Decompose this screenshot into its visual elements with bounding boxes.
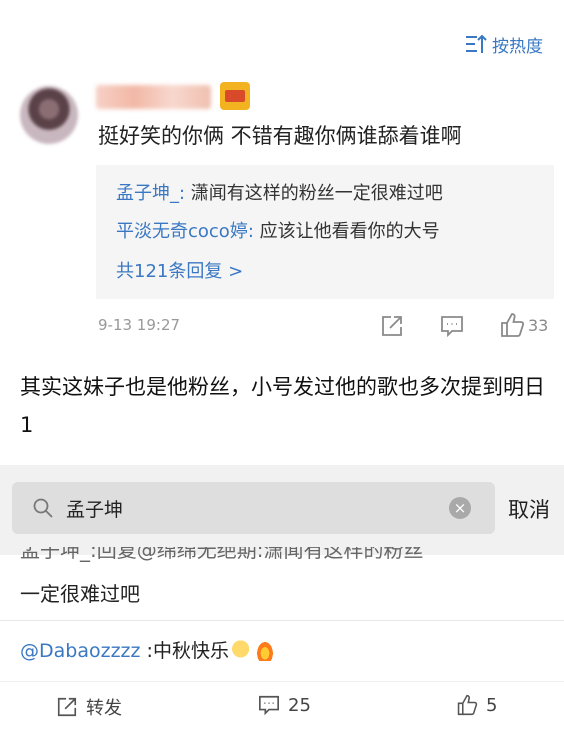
bottom-action-bar: 转发 25 5 [0,682,564,731]
comment-text: 挺好笑的你俩 不错有趣你俩谁舔着谁啊 [98,124,462,148]
share-icon[interactable] [380,314,404,338]
like-icon [457,694,478,716]
divider [0,620,564,621]
sort-label: 按热度 [492,36,543,57]
avatar[interactable] [20,86,78,144]
repost-button[interactable]: 转发 [56,694,122,720]
cancel-button[interactable]: 取消 [508,494,550,524]
repost-label: 转发 [86,698,122,719]
reply-text: 潇闻有这样的粉丝一定很难过吧 [185,183,443,204]
more-replies-link[interactable]: 共121条回复 > [116,257,243,283]
comment-timestamp: 9-13 19:27 [98,316,181,334]
user-badge-icon [220,82,250,110]
comment-icon[interactable] [440,314,464,338]
mention-text: :中秋快乐 [140,640,229,662]
sort-by-hot-button[interactable]: 按热度 [464,30,543,58]
search-input[interactable] [66,484,436,532]
fire-emoji-icon [254,639,275,661]
like-count: 5 [486,694,498,716]
mention-user[interactable]: @Dabaozzzz [20,640,141,662]
clear-icon[interactable]: × [449,497,471,519]
comment-icon [259,695,279,716]
clipped-reply-line: 孟子坤_:回复@绵绵无绝期:潇闻有这样的粉丝 [20,547,423,565]
moon-emoji-icon [230,639,255,661]
like-icon[interactable] [500,312,524,338]
reply-user[interactable]: 平淡无奇coco婷: [116,221,254,242]
like-button[interactable]: 5 [456,694,497,716]
mention-comment: @Dabaozzzz :中秋快乐 [20,636,275,663]
sort-icon [466,34,487,53]
post-paragraph: 其实这妹子也是他粉丝，小号发过他的歌也多次提到明日1 [20,375,545,437]
share-icon [57,697,77,717]
like-count: 33 [528,316,549,335]
blurred-username[interactable] [96,85,211,109]
reply-text: 应该让他看看你的大号 [253,221,440,242]
reply-continuation: 一定很难过吧 [20,582,140,606]
comments-button[interactable]: 25 [258,694,311,716]
reply-user[interactable]: 孟子坤_: [116,183,185,204]
reply-box[interactable]: 孟子坤_: 潇闻有这样的粉丝一定很难过吧 平淡无奇coco婷: 应该让他看看你的… [96,165,554,299]
search-icon [33,498,53,518]
reply-item[interactable]: 孟子坤_: 潇闻有这样的粉丝一定很难过吧 [116,179,443,205]
clipped-reply-text: 孟子坤_:回复@绵绵无绝期:潇闻有这样的粉丝 [20,547,424,562]
comment-count: 25 [288,694,311,716]
reply-item[interactable]: 平淡无奇coco婷: 应该让他看看你的大号 [116,217,440,243]
